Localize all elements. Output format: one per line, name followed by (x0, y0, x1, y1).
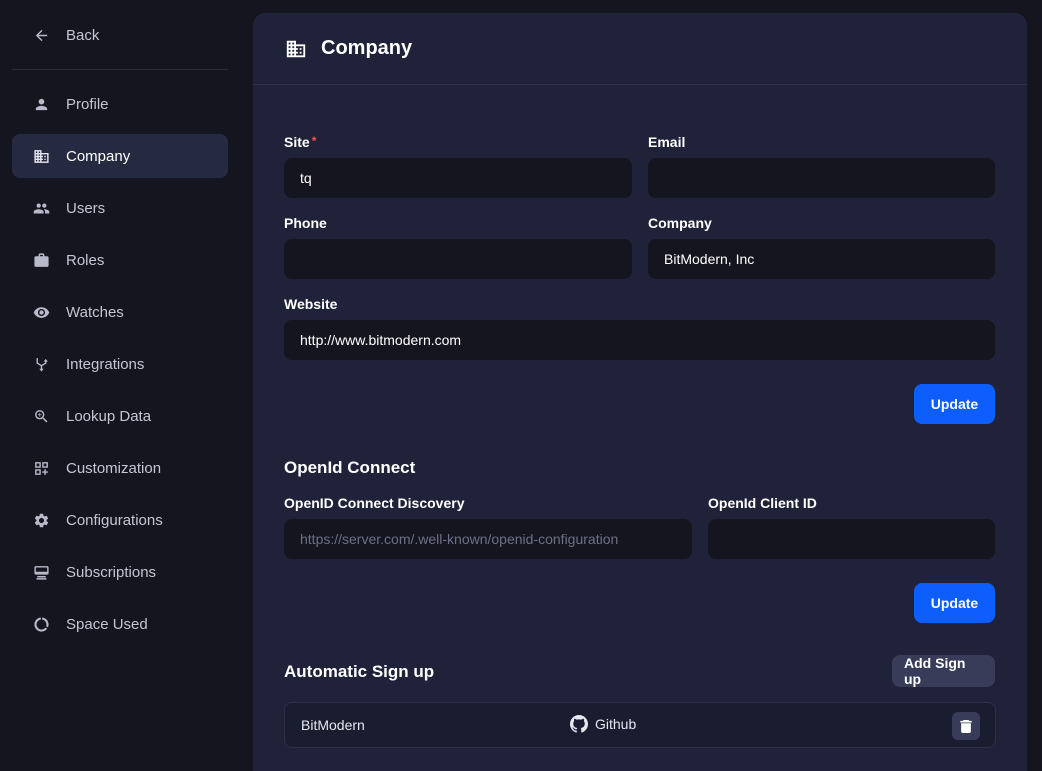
github-icon (570, 715, 588, 733)
sidebar-item-space-used[interactable]: Space Used (12, 602, 228, 646)
website-label: Website (284, 296, 338, 312)
required-marker: * (311, 134, 317, 148)
sidebar-item-subscriptions[interactable]: Subscriptions (12, 550, 228, 594)
users-icon (32, 199, 50, 217)
page-title: Company (321, 37, 413, 59)
website-input[interactable] (284, 320, 995, 360)
back-button[interactable]: Back (12, 13, 228, 57)
sidebar-item-label: Users (66, 199, 106, 217)
person-icon (32, 95, 50, 113)
company-label: Company (648, 215, 712, 231)
phone-label: Phone (284, 215, 327, 231)
phone-input[interactable] (284, 239, 632, 279)
sidebar-item-label: Watches (66, 303, 124, 321)
sidebar-item-profile[interactable]: Profile (12, 82, 228, 126)
sidebar-item-label: Customization (66, 459, 162, 477)
client-id-input[interactable] (708, 519, 995, 559)
arrow-left-icon (32, 26, 50, 44)
integrations-icon (32, 355, 50, 373)
sidebar-item-users[interactable]: Users (12, 186, 228, 230)
sidebar-item-configurations[interactable]: Configurations (12, 498, 228, 542)
signup-provider-label: Github (595, 716, 637, 732)
openid-section-title: OpenId Connect (284, 458, 416, 477)
signup-row: BitModern Github (284, 702, 996, 748)
site-label: Site * (284, 134, 316, 150)
company-panel: Company Site* Email Phone Company Websit… (253, 13, 1027, 771)
sidebar-item-label: Space Used (66, 615, 148, 633)
panel-header: Company (253, 13, 1027, 85)
sidebar-item-label: Integrations (66, 355, 145, 373)
sidebar-item-label: Lookup Data (66, 407, 152, 425)
sidebar-item-roles[interactable]: Roles (12, 238, 228, 282)
sidebar-item-watches[interactable]: Watches (12, 290, 228, 334)
search-zoom-icon (32, 407, 50, 425)
site-label-text: Site (284, 134, 310, 150)
sidebar-item-label: Configurations (66, 511, 163, 529)
email-input[interactable] (648, 158, 995, 198)
sidebar-item-customization[interactable]: Customization (12, 446, 228, 490)
sidebar: Back Profile Company Users Roles Watches (0, 0, 240, 771)
delete-signup-button[interactable] (952, 712, 980, 740)
update-company-button[interactable]: Update (914, 384, 995, 424)
eye-icon (32, 303, 50, 321)
donut-icon (32, 615, 50, 633)
subscriptions-icon (32, 563, 50, 581)
back-label: Back (66, 26, 100, 44)
email-label: Email (648, 134, 686, 150)
add-signup-button[interactable]: Add Sign up (892, 655, 995, 687)
site-input[interactable] (284, 158, 632, 198)
sidebar-item-label: Subscriptions (66, 563, 157, 581)
sidebar-item-label: Company (66, 147, 131, 165)
signup-provider: Github (570, 715, 636, 733)
signup-domain: BitModern (301, 717, 365, 733)
auto-signup-title: Automatic Sign up (284, 662, 435, 681)
widgets-icon (32, 459, 50, 477)
sidebar-item-company[interactable]: Company (12, 134, 228, 178)
trash-icon (960, 719, 972, 733)
discovery-label: OpenID Connect Discovery (284, 495, 465, 511)
building-icon (285, 38, 307, 60)
sidebar-item-label: Profile (66, 95, 109, 113)
sidebar-item-integrations[interactable]: Integrations (12, 342, 228, 386)
sidebar-item-lookup-data[interactable]: Lookup Data (12, 394, 228, 438)
briefcase-icon (32, 251, 50, 269)
company-input[interactable] (648, 239, 995, 279)
gear-icon (32, 511, 50, 529)
discovery-input[interactable] (284, 519, 692, 559)
update-openid-button[interactable]: Update (914, 583, 995, 623)
sidebar-divider (12, 69, 228, 70)
client-id-label: OpenId Client ID (708, 495, 817, 511)
building-icon (32, 147, 50, 165)
sidebar-item-label: Roles (66, 251, 105, 269)
